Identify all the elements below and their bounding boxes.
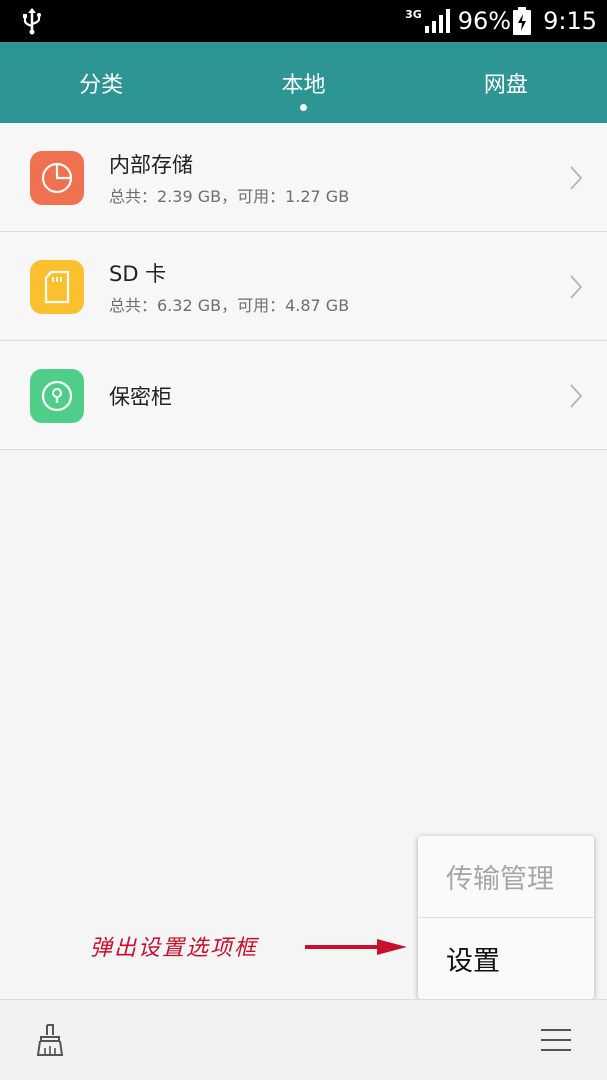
storage-icon-bg: [30, 151, 84, 205]
menu-item-label: 传输管理: [446, 864, 554, 895]
tab-cloud[interactable]: 网盘: [405, 42, 607, 123]
storage-icon-bg: [30, 260, 84, 314]
tab-local[interactable]: 本地: [202, 42, 404, 123]
storage-usage: 总共：6.32 GB，可用：4.87 GB: [109, 296, 350, 315]
chevron-right-icon: [570, 166, 583, 190]
storage-title: SD 卡: [109, 262, 167, 286]
annotation-arrow-icon: [305, 939, 407, 955]
chevron-right-icon: [570, 384, 583, 408]
storage-title: 保密柜: [109, 385, 172, 409]
tab-bar: 分类 本地 网盘: [0, 42, 607, 123]
usb-icon: [23, 8, 41, 35]
lock-icon: [41, 380, 73, 412]
chevron-right-icon: [570, 275, 583, 299]
storage-item-internal[interactable]: 内部存储 总共：2.39 GB，可用：1.27 GB: [0, 123, 607, 232]
tab-label: 本地: [281, 72, 326, 98]
network-type: 3G: [405, 7, 422, 21]
storage-item-sd-card[interactable]: SD 卡 总共：6.32 GB，可用：4.87 GB: [0, 232, 607, 341]
storage-usage: 总共：2.39 GB，可用：1.27 GB: [109, 187, 350, 206]
battery-percent: 96%: [457, 7, 512, 35]
menu-icon[interactable]: [541, 1028, 571, 1052]
menu-item-transfer-manager[interactable]: 传输管理: [418, 836, 594, 917]
annotation-text: 弹出设置选项框: [90, 936, 259, 961]
storage-list: 内部存储 总共：2.39 GB，可用：1.27 GB SD 卡 总共：6.32 …: [0, 123, 607, 450]
tab-label: 网盘: [483, 72, 528, 98]
sd-card-icon: [44, 270, 70, 304]
storage-icon-bg: [30, 369, 84, 423]
pie-chart-icon: [41, 162, 73, 194]
clean-brush-icon[interactable]: [32, 1022, 68, 1058]
clock: 9:15: [543, 7, 597, 35]
battery-charging-icon: [513, 7, 532, 35]
signal-icon: [424, 9, 450, 33]
bottom-bar: [0, 999, 607, 1080]
overflow-menu: 传输管理 设置: [418, 836, 594, 999]
storage-title: 内部存储: [109, 153, 193, 177]
status-bar: 3G 96% 9:15: [0, 0, 607, 42]
tab-category[interactable]: 分类: [0, 42, 202, 123]
tab-label: 分类: [79, 72, 124, 98]
menu-item-label: 设置: [446, 946, 500, 977]
storage-item-safe[interactable]: 保密柜: [0, 341, 607, 450]
menu-item-settings[interactable]: 设置: [418, 918, 594, 999]
active-tab-indicator: [300, 104, 308, 111]
